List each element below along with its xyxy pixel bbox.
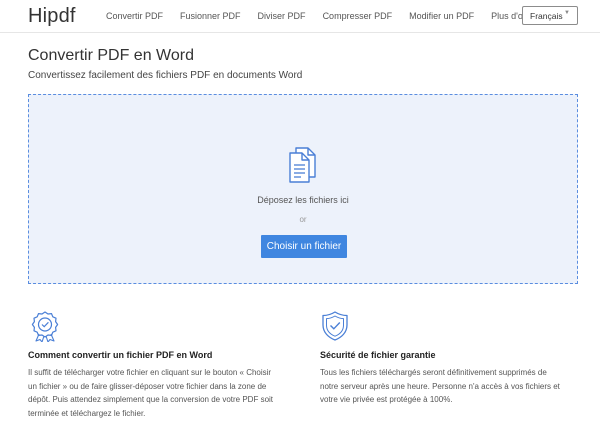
- documents-icon: [289, 147, 316, 183]
- or-separator: or: [299, 215, 307, 224]
- hipdf-logo[interactable]: Hipdf: [28, 5, 76, 28]
- feature-description-line: Tous les fichiers téléchargés seront déf…: [320, 368, 547, 377]
- feature-description-line: notre serveur après une heure. Personne …: [320, 381, 560, 391]
- language-selector[interactable]: Français ▼: [522, 6, 578, 25]
- choose-file-button[interactable]: Choisir un fichier: [261, 235, 347, 258]
- feature-description-line: votre vie privée est protégée à 100%.: [320, 395, 453, 404]
- nav-diviser-pdf[interactable]: Diviser PDF: [258, 11, 306, 21]
- nav-compresser-pdf[interactable]: Compresser PDF: [323, 11, 393, 21]
- page-subtitle: Convertissez facilement des fichiers PDF…: [28, 70, 303, 81]
- feature-description-line: terminée et téléchargez le fichier.: [28, 408, 146, 418]
- award-icon: [31, 311, 59, 342]
- feature-title-how-to: Comment convertir un fichier PDF en Word: [28, 350, 213, 360]
- nav-fusionner-pdf[interactable]: Fusionner PDF: [180, 11, 241, 21]
- main-nav: Convertir PDF Fusionner PDF Diviser PDF …: [106, 11, 556, 21]
- feature-title-security: Sécurité de fichier garantie: [320, 350, 436, 360]
- language-selector-value: Français: [530, 11, 563, 21]
- chevron-down-icon: ▼: [564, 10, 570, 16]
- feature-description-line: Il suffit de télécharger votre fichier e…: [28, 368, 272, 377]
- file-dropzone[interactable]: Déposez les fichiers ici or Choisir un f…: [28, 94, 578, 284]
- top-navigation-bar: Hipdf Convertir PDF Fusionner PDF Divise…: [0, 0, 600, 33]
- feature-description-how-to: Il suffit de télécharger votre fichier e…: [28, 366, 273, 420]
- drop-files-text: Déposez les fichiers ici: [257, 195, 349, 205]
- shield-check-icon: [322, 311, 348, 341]
- feature-description-line: dépôt. Puis attendez simplement que la c…: [28, 395, 274, 404]
- nav-convertir-pdf[interactable]: Convertir PDF: [106, 11, 163, 21]
- feature-description-line: un fichier » ou de faire glisser-déposer…: [28, 381, 267, 391]
- page-title: Convertir PDF en Word: [28, 47, 194, 64]
- feature-description-security: Tous les fichiers téléchargés seront déf…: [320, 366, 560, 407]
- nav-modifier-pdf[interactable]: Modifier un PDF: [409, 11, 474, 21]
